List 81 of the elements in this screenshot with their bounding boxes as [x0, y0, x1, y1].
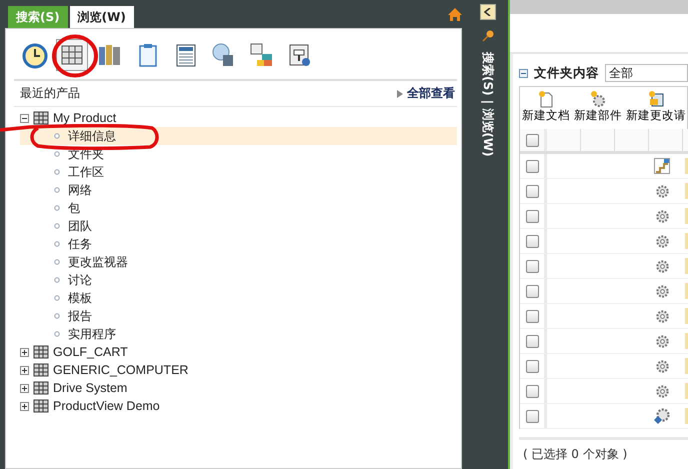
row-checkbox[interactable]: [526, 284, 538, 298]
tree-item[interactable]: Drive System: [53, 381, 128, 395]
new-change-button[interactable]: 新建更改请: [624, 87, 687, 129]
tree-item[interactable]: GOLF_CART: [53, 345, 128, 359]
tree-item[interactable]: My Product: [53, 111, 116, 125]
gear-icon: [654, 184, 670, 198]
tree-item[interactable]: 详细信息: [20, 127, 457, 145]
row-checkbox[interactable]: [526, 360, 538, 372]
collapse-button[interactable]: [480, 4, 496, 20]
tree-item[interactable]: 任务: [20, 235, 457, 253]
product-icon: [33, 345, 49, 359]
chevron-icon: [484, 8, 492, 16]
product-icon: [33, 363, 49, 377]
section-title: 最近的产品: [20, 85, 80, 102]
arrow-icon: [397, 90, 403, 98]
bullet-icon: [54, 223, 60, 229]
bullet-icon: [54, 151, 60, 157]
bullet-icon: [54, 133, 60, 139]
gear-icon: [654, 308, 670, 324]
tree-item[interactable]: 更改监视器: [20, 253, 457, 271]
bullet-icon: [54, 295, 60, 301]
row-checkbox[interactable]: [526, 334, 538, 348]
select-all-checkbox[interactable]: [526, 134, 538, 146]
tree-item[interactable]: ProductView Demo: [53, 399, 160, 413]
bullet-icon: [54, 259, 60, 265]
gear-icon: [654, 234, 670, 248]
gear-icon: [654, 284, 670, 298]
bullet-icon: [54, 205, 60, 211]
bullet-icon: [54, 241, 60, 247]
row-checkbox[interactable]: [526, 384, 538, 398]
row-checkbox[interactable]: [526, 210, 538, 222]
tree-item[interactable]: 团队: [20, 217, 457, 235]
expander-icon[interactable]: [20, 348, 29, 356]
tab[interactable]: 浏览(W): [70, 6, 134, 28]
expander-icon[interactable]: [20, 114, 29, 122]
product-icon: [33, 381, 49, 395]
form-icon: [648, 90, 664, 108]
row-checkbox[interactable]: [526, 260, 538, 272]
view-all-link[interactable]: 全部查看: [397, 85, 455, 102]
home-icon[interactable]: [448, 8, 462, 21]
expander-icon[interactable]: [20, 384, 29, 392]
tree-item[interactable]: 包: [20, 199, 457, 217]
filter-dropdown[interactable]: 全部: [605, 64, 688, 82]
tree-item[interactable]: 讨论: [20, 271, 457, 289]
bullet-icon: [54, 277, 60, 283]
marker-circle: [51, 34, 99, 78]
new-part-button[interactable]: 新建部件: [572, 87, 624, 129]
bullet-icon: [54, 187, 60, 193]
expander-icon[interactable]: [20, 402, 29, 410]
bullet-icon: [54, 331, 60, 337]
gear-icon: [654, 208, 670, 224]
gear-icon: [590, 90, 606, 108]
tree-item[interactable]: 实用程序: [20, 325, 457, 343]
row-checkbox[interactable]: [526, 160, 538, 172]
tree-item[interactable]: 报告: [20, 307, 457, 325]
gear-icon: [654, 384, 670, 398]
gear-icon: [654, 358, 670, 374]
row-checkbox[interactable]: [526, 410, 538, 422]
tree-item[interactable]: GENERIC_COMPUTER: [53, 363, 188, 377]
panel-title: 文件夹内容: [534, 64, 599, 82]
tree-item[interactable]: 网络: [20, 181, 457, 199]
bullet-icon: [54, 169, 60, 175]
tree-item[interactable]: 工作区: [20, 163, 457, 181]
product-icon: [33, 399, 49, 413]
document-icon: [538, 90, 554, 108]
tree-item[interactable]: 模板: [20, 289, 457, 307]
steps-icon: [654, 158, 670, 174]
expander-icon[interactable]: [20, 366, 29, 374]
row-checkbox[interactable]: [526, 184, 538, 198]
side-tab-label[interactable]: 搜索(S) | 浏览(W): [479, 52, 496, 157]
gear-icon: [654, 408, 670, 424]
row-checkbox[interactable]: [526, 234, 538, 248]
new-document-button[interactable]: 新建文档: [520, 87, 572, 129]
product-icon: [33, 111, 49, 125]
gear-icon: [654, 258, 670, 274]
bullet-icon: [54, 313, 60, 319]
gear-icon: [654, 334, 670, 348]
row-checkbox[interactable]: [526, 310, 538, 322]
pin-icon[interactable]: [482, 30, 494, 42]
selection-status: ( 已选择 0 个对象 ): [519, 437, 688, 469]
collapse-icon[interactable]: [519, 68, 528, 78]
